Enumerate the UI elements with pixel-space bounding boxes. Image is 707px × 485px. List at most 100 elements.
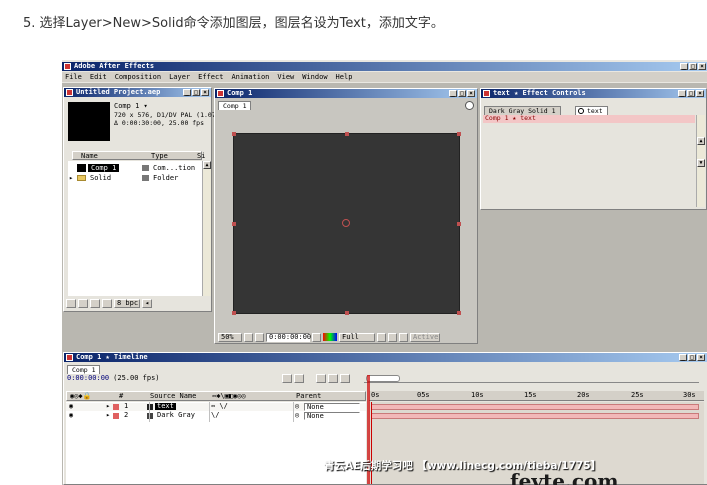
handle-top-left[interactable] — [232, 132, 236, 136]
timeline-current-time[interactable]: 0:00:00:00 — [67, 375, 109, 382]
layer1-name[interactable]: text — [155, 403, 176, 410]
comp-name-dropdown[interactable]: Comp 1 ▾ — [114, 103, 148, 110]
draft-3d-icon[interactable] — [294, 374, 304, 383]
handle-top-right[interactable] — [457, 132, 461, 136]
col-type[interactable]: Type — [151, 153, 168, 160]
frame-blending-icon[interactable] — [328, 374, 338, 383]
live-update-icon[interactable] — [282, 374, 292, 383]
resolution-dropdown[interactable]: Full — [339, 332, 375, 342]
ec-scroll-up-icon[interactable]: ▲ — [697, 137, 705, 145]
snapshot-icon[interactable] — [312, 332, 321, 342]
bit-depth-button[interactable]: 8 bpc — [114, 299, 140, 308]
time-navigator[interactable] — [366, 375, 400, 382]
project-item-comp[interactable]: Comp 1 Com...tion — [68, 164, 202, 172]
new-comp-icon[interactable] — [90, 299, 100, 308]
expand-triangle-icon[interactable]: ▸ — [69, 175, 73, 182]
close-button[interactable]: × — [698, 63, 706, 70]
layer2-duration-bar[interactable] — [371, 413, 699, 419]
comp-close-button[interactable]: × — [467, 90, 475, 97]
tab-text[interactable]: text — [575, 106, 608, 115]
transparency-grid-icon[interactable] — [388, 332, 397, 342]
scroll-up-arrow-icon[interactable]: ▲ — [203, 161, 211, 169]
safe-zones-icon[interactable] — [244, 332, 253, 342]
handle-middle-right[interactable] — [457, 222, 461, 226]
motion-blur-icon[interactable] — [316, 374, 326, 383]
timeline-title: Comp 1 ★ Timeline — [76, 353, 148, 361]
handle-top-center[interactable] — [345, 132, 349, 136]
comp-maximize-button[interactable]: □ — [458, 90, 466, 97]
layer-row-text[interactable]: ◉ ▸ 1 text ⇔ \/ ◎ None — [66, 403, 366, 411]
menu-edit[interactable]: Edit — [90, 73, 107, 81]
project-scrollbar[interactable]: ▲ — [202, 161, 211, 296]
menu-effect[interactable]: Effect — [198, 73, 223, 81]
tl-minimize-button[interactable]: _ — [679, 354, 687, 361]
menu-animation[interactable]: Animation — [231, 73, 269, 81]
effect-controls-titlebar: text ★ Effect Controls _ □ × — [481, 89, 706, 98]
ec-scroll-down-icon[interactable]: ▼ — [697, 159, 705, 167]
graph-editor-icon[interactable] — [340, 374, 350, 383]
tab-comp-1[interactable]: Comp 1 — [218, 101, 252, 110]
layer2-parent-pickwhip-icon[interactable]: ◎ — [295, 412, 299, 419]
layer2-switches-icon[interactable]: \/ — [211, 412, 219, 419]
menu-window[interactable]: Window — [302, 73, 327, 81]
anchor-point-icon[interactable] — [342, 219, 350, 227]
project-minimize-button[interactable]: _ — [183, 89, 191, 96]
layer2-expand-icon[interactable]: ▸ — [106, 412, 110, 419]
3d-view-icon[interactable] — [399, 332, 408, 342]
menu-view[interactable]: View — [277, 73, 294, 81]
menu-layer[interactable]: Layer — [169, 73, 190, 81]
project-maximize-button[interactable]: □ — [192, 89, 200, 96]
layer1-parent-pickwhip-icon[interactable]: ◎ — [295, 403, 299, 410]
ec-scrollbar[interactable]: ▲ ▼ — [696, 115, 705, 207]
menu-composition[interactable]: Composition — [115, 73, 161, 81]
col-source-name[interactable]: Source Name — [150, 393, 196, 400]
layer1-expand-icon[interactable]: ▸ — [106, 403, 110, 410]
project-item-solid-folder[interactable]: ▸ Solid Folder — [68, 174, 202, 182]
minimize-button[interactable]: _ — [680, 63, 688, 70]
comp-canvas[interactable] — [232, 132, 461, 315]
channels-icon[interactable] — [323, 333, 337, 341]
timeline-tab-comp-1[interactable]: Comp 1 — [67, 365, 101, 374]
maximize-button[interactable]: □ — [689, 63, 697, 70]
handle-bottom-right[interactable] — [457, 311, 461, 315]
layer-row-dark-gray[interactable]: ◉ ▸ 2 Dark Gray \/ ◎ None — [66, 412, 366, 420]
tl-maximize-button[interactable]: □ — [688, 354, 696, 361]
layer1-visibility-icon[interactable]: ◉ — [69, 403, 73, 410]
layer2-parent-dropdown[interactable]: None — [304, 412, 360, 420]
tl-close-button[interactable]: × — [697, 354, 705, 361]
scroll-left-arrow-icon[interactable]: ◂ — [142, 299, 152, 308]
ec-maximize-button[interactable]: □ — [687, 90, 695, 97]
ec-minimize-button[interactable]: _ — [678, 90, 686, 97]
menu-help[interactable]: Help — [336, 73, 353, 81]
time-ruler[interactable]: 0s 05s 10s 15s 20s 25s 30s — [369, 391, 704, 401]
layer1-label-color[interactable] — [113, 404, 119, 410]
grid-icon[interactable] — [255, 332, 264, 342]
layer1-parent-dropdown[interactable]: None — [304, 403, 360, 411]
zoom-dropdown[interactable]: 50% — [218, 332, 242, 342]
layer-list: ◉ ▸ 1 text ⇔ \/ ◎ None ◉ ▸ 2 Dark Gray \… — [66, 402, 366, 484]
handle-middle-left[interactable] — [232, 222, 236, 226]
comp-item-name: Comp 1 — [88, 164, 120, 172]
new-folder-icon[interactable] — [78, 299, 88, 308]
interpret-footage-icon[interactable] — [66, 299, 76, 308]
region-of-interest-icon[interactable] — [377, 332, 386, 342]
layer1-duration-bar[interactable] — [371, 404, 699, 410]
menu-file[interactable]: File — [65, 73, 82, 81]
current-time-field[interactable]: 0:00:00:00 — [266, 332, 311, 342]
comp-minimize-button[interactable]: _ — [449, 90, 457, 97]
panel-menu-icon[interactable] — [465, 101, 474, 110]
trash-icon[interactable] — [102, 299, 112, 308]
handle-bottom-left[interactable] — [232, 311, 236, 315]
layer2-solid-icon — [147, 413, 153, 419]
layer2-visibility-icon[interactable]: ◉ — [69, 412, 73, 419]
project-close-button[interactable]: × — [201, 89, 209, 96]
layer2-name[interactable]: Dark Gray — [157, 412, 195, 419]
handle-bottom-center[interactable] — [345, 311, 349, 315]
layer1-switches-icon[interactable]: ⇔ \/ — [211, 403, 228, 410]
col-size[interactable]: Si — [197, 153, 205, 160]
col-name[interactable]: Name — [81, 153, 98, 160]
ec-close-button[interactable]: × — [696, 90, 704, 97]
layer2-label-color[interactable] — [113, 413, 119, 419]
work-area-bar[interactable] — [364, 375, 699, 383]
active-camera-dropdown[interactable]: Active — [410, 332, 440, 342]
